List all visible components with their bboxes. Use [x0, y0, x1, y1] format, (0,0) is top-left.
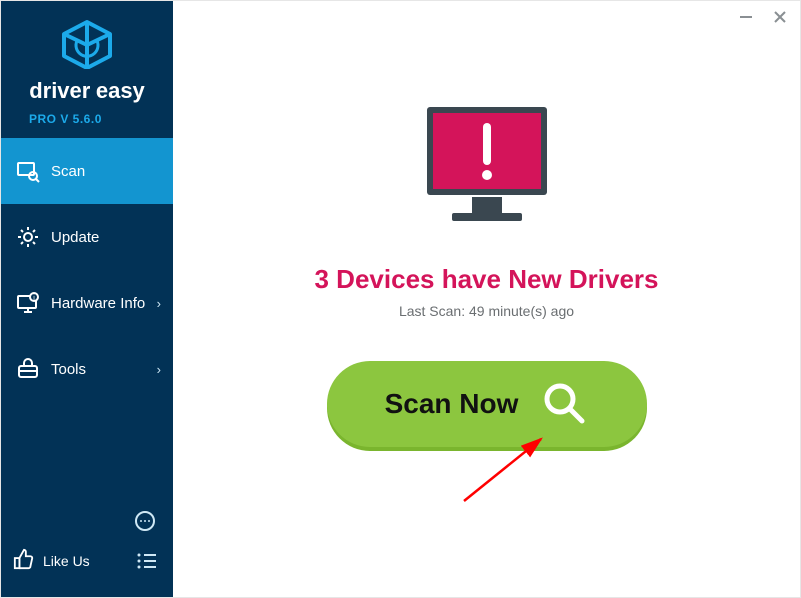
version-label: PRO V 5.6.0	[1, 112, 173, 138]
sidebar-item-label: Hardware Info	[51, 295, 145, 312]
window-controls	[736, 7, 790, 27]
sidebar: driver easy PRO V 5.6.0 Scan	[1, 1, 173, 597]
chevron-right-icon: ›	[157, 296, 161, 311]
logo-cube-icon	[58, 19, 116, 69]
app-window: driver easy PRO V 5.6.0 Scan	[0, 0, 801, 598]
scan-now-button[interactable]: Scan Now	[327, 361, 647, 447]
alert-monitor-icon	[412, 97, 562, 242]
brand-name: driver easy	[1, 78, 173, 104]
toolbox-icon	[15, 356, 41, 382]
like-us-button[interactable]: Like Us	[13, 548, 90, 575]
sidebar-nav: Scan Update i Hardware	[1, 138, 173, 491]
like-us-label: Like Us	[43, 553, 90, 569]
scan-icon	[15, 158, 41, 184]
main-pane: 3 Devices have New Drivers Last Scan: 49…	[173, 1, 800, 597]
monitor-info-icon: i	[15, 290, 41, 316]
sidebar-item-label: Update	[51, 229, 99, 246]
sidebar-item-update[interactable]: Update	[1, 204, 173, 270]
feedback-icon[interactable]	[131, 507, 159, 535]
scan-status-panel: 3 Devices have New Drivers Last Scan: 49…	[173, 1, 800, 447]
magnifier-icon	[540, 379, 588, 430]
scan-now-label: Scan Now	[385, 388, 519, 420]
sidebar-item-tools[interactable]: Tools ›	[1, 336, 173, 402]
chevron-right-icon: ›	[157, 362, 161, 377]
sidebar-item-hardware-info[interactable]: i Hardware Info ›	[1, 270, 173, 336]
sidebar-item-label: Scan	[51, 163, 85, 180]
headline: 3 Devices have New Drivers	[315, 264, 659, 295]
sidebar-bottom: Like Us	[1, 491, 173, 597]
last-scan-label: Last Scan: 49 minute(s) ago	[399, 303, 574, 319]
menu-list-icon[interactable]	[133, 547, 161, 575]
gear-refresh-icon	[15, 224, 41, 250]
sidebar-item-scan[interactable]: Scan	[1, 138, 173, 204]
close-button[interactable]	[770, 7, 790, 27]
sidebar-item-label: Tools	[51, 361, 86, 378]
minimize-button[interactable]	[736, 7, 756, 27]
logo: driver easy	[1, 1, 173, 112]
thumbs-up-icon	[13, 548, 35, 575]
